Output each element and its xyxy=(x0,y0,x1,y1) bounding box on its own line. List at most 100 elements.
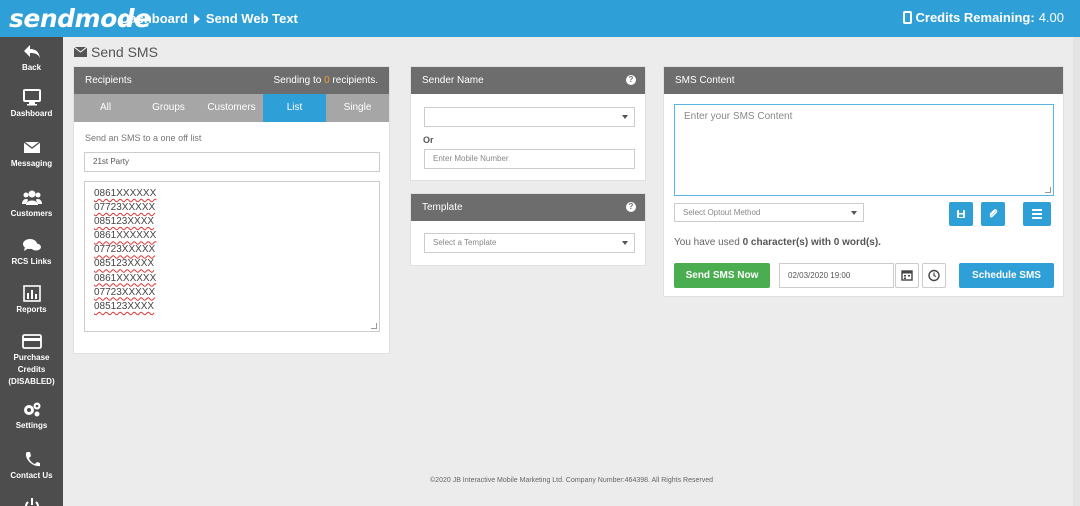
envelope-icon xyxy=(23,141,40,153)
sms-content-panel: SMS Content Enter your SMS Content Selec… xyxy=(663,66,1064,297)
back-arrow-icon xyxy=(23,45,40,58)
bar-chart-icon xyxy=(22,285,41,302)
optout-select-value: Select Optout Method xyxy=(683,208,761,217)
sidebar-item-customers[interactable]: Customers xyxy=(0,189,63,220)
optout-method-select[interactable]: Select Optout Method xyxy=(674,203,864,222)
credit-card-icon xyxy=(21,334,42,349)
sidebar-item-label: Dashboard xyxy=(10,109,53,118)
sending-count-text: Sending to 0 recipients. xyxy=(273,75,378,86)
sms-content-header: SMS Content xyxy=(664,67,1063,94)
list-item: 0861XXXXXX xyxy=(94,272,157,284)
sender-title: Sender Name xyxy=(422,75,484,86)
recipient-tabs: All Groups Customers List Single xyxy=(74,94,389,122)
chevron-down-icon xyxy=(622,115,628,119)
sidebar-item-power[interactable] xyxy=(0,497,63,506)
usage-count: 0 character(s) with 0 word(s). xyxy=(742,237,881,248)
sending-prefix: Sending to xyxy=(273,75,322,86)
sidebar-item-rcs-links[interactable]: RCS Links xyxy=(0,237,63,268)
credits-label: Credits Remaining: xyxy=(915,10,1035,25)
template-header: Template ? xyxy=(411,194,645,221)
list-item: 0861XXXXXX xyxy=(94,230,157,242)
credits-remaining: Credits Remaining: 4.00 xyxy=(902,10,1064,25)
sidebar-item-purchase-credits[interactable]: Purchase Credits (DISABLED) xyxy=(0,333,63,388)
tab-single[interactable]: Single xyxy=(326,94,389,122)
sidebar-item-back[interactable]: Back xyxy=(0,43,63,74)
sidebar-item-reports[interactable]: Reports xyxy=(0,285,63,316)
sms-content-title: SMS Content xyxy=(675,75,735,86)
sidebar-item-label: Purchase Credits (DISABLED) xyxy=(8,353,55,386)
list-item: 085123XXXX xyxy=(94,300,155,312)
footer-copyright: ©2020 JB Interactive Mobile Marketing Lt… xyxy=(430,477,713,484)
sending-count: 0 xyxy=(324,75,330,86)
chevron-down-icon xyxy=(851,211,857,215)
sending-suffix: recipients. xyxy=(332,75,378,86)
clock-icon xyxy=(928,269,940,282)
page-title-text: Send SMS xyxy=(91,44,158,60)
list-item: 085123XXXX xyxy=(94,258,155,270)
list-item: 07723XXXXX xyxy=(94,244,156,256)
save-button[interactable] xyxy=(949,202,973,226)
sidebar-item-label: Reports xyxy=(16,305,47,314)
credits-value: 4.00 xyxy=(1038,10,1064,25)
paperclip-icon xyxy=(989,209,998,218)
sender-panel: Sender Name ? Or Enter Mobile Number xyxy=(410,66,646,181)
top-bar: sendmode Dashboard Send Web Text Credits… xyxy=(0,0,1080,37)
recipients-panel: Recipients Sending to 0 recipients. All … xyxy=(73,66,390,354)
list-item: 07723XXXXX xyxy=(94,286,156,298)
schedule-datetime-input[interactable]: 02/03/2020 19:00 xyxy=(779,263,894,288)
gears-icon xyxy=(23,402,40,417)
resize-handle[interactable] xyxy=(371,323,377,329)
sidebar: Back Dashboard Messaging Customers RCS L… xyxy=(0,37,63,506)
list-item: 085123XXXX xyxy=(94,216,155,228)
list-item: 07723XXXXX xyxy=(94,202,156,214)
calendar-button[interactable] xyxy=(895,263,919,288)
sidebar-item-label: RCS Links xyxy=(11,257,52,266)
sms-content-textarea[interactable]: Enter your SMS Content xyxy=(674,104,1054,196)
sidebar-item-label: Messaging xyxy=(10,159,53,168)
breadcrumb-current: Send Web Text xyxy=(205,11,298,26)
tab-all[interactable]: All xyxy=(74,94,137,122)
template-title: Template xyxy=(422,202,463,213)
phone-icon xyxy=(25,452,40,467)
or-label: Or xyxy=(423,135,434,145)
tab-list[interactable]: List xyxy=(263,94,326,122)
tab-groups[interactable]: Groups xyxy=(137,94,200,122)
power-icon xyxy=(24,498,39,506)
help-icon[interactable]: ? xyxy=(626,202,636,212)
chat-bubbles-icon xyxy=(22,239,41,251)
usage-prefix: You have used xyxy=(674,237,740,248)
help-icon[interactable]: ? xyxy=(626,75,636,85)
template-select-value: Select a Template xyxy=(433,238,497,247)
sidebar-item-label: Settings xyxy=(15,421,48,430)
list-view-button[interactable] xyxy=(1023,202,1051,226)
mobile-icon xyxy=(902,11,912,24)
sidebar-item-dashboard[interactable]: Dashboard xyxy=(0,89,63,120)
list-icon xyxy=(1032,209,1042,219)
mobile-number-input[interactable]: Enter Mobile Number xyxy=(424,149,635,169)
floppy-disk-icon xyxy=(957,210,965,218)
sender-header: Sender Name ? xyxy=(411,67,645,94)
template-select[interactable]: Select a Template xyxy=(424,233,635,253)
time-button[interactable] xyxy=(922,263,946,288)
page-scrollbar[interactable] xyxy=(1073,37,1080,506)
sidebar-item-settings[interactable]: Settings xyxy=(0,401,63,432)
attach-button[interactable] xyxy=(981,202,1005,226)
list-name-input[interactable]: 21st Party xyxy=(84,152,380,172)
resize-handle[interactable] xyxy=(1045,187,1051,193)
numbers-textarea[interactable]: 0861XXXXXX 07723XXXXX 085123XXXX 0861XXX… xyxy=(84,181,380,332)
sms-content-placeholder: Enter your SMS Content xyxy=(684,111,793,122)
usage-text: You have used 0 character(s) with 0 word… xyxy=(674,237,881,248)
schedule-sms-button[interactable]: Schedule SMS xyxy=(959,263,1054,288)
envelope-icon xyxy=(74,47,87,57)
users-icon xyxy=(21,190,42,205)
list-item: 0861XXXXXX xyxy=(94,188,157,199)
recipients-header: Recipients Sending to 0 recipients. xyxy=(74,67,389,94)
breadcrumb-dashboard[interactable]: Dashboard xyxy=(120,11,188,26)
sidebar-item-messaging[interactable]: Messaging xyxy=(0,139,63,170)
sender-name-select[interactable] xyxy=(424,107,635,127)
sidebar-item-label: Back xyxy=(21,63,42,72)
send-sms-now-button[interactable]: Send SMS Now xyxy=(674,263,770,288)
tab-customers[interactable]: Customers xyxy=(200,94,263,122)
monitor-icon xyxy=(22,89,41,106)
caret-right-icon xyxy=(193,13,200,24)
